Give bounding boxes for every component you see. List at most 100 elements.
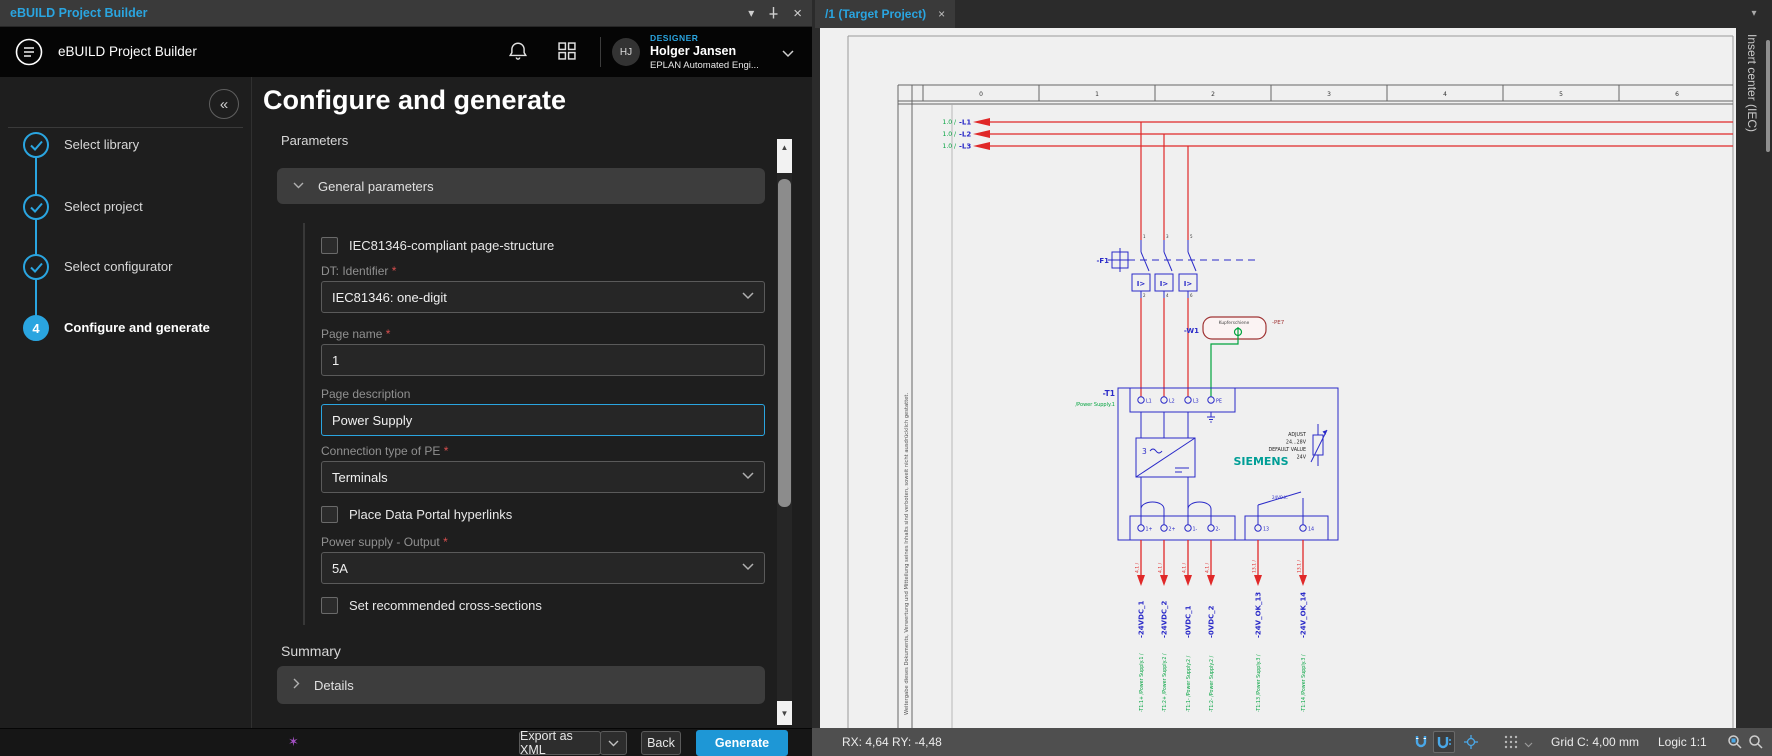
power-output-label: Power supply - Output * [321, 535, 448, 549]
svg-text:-L1: -L1 [959, 119, 971, 127]
user-name: Holger Jansen [650, 44, 736, 58]
dt-identifier-label: DT: Identifier * [321, 264, 396, 278]
apps-grid-icon[interactable] [558, 42, 576, 65]
chevron-down-icon [293, 180, 304, 192]
close-icon[interactable]: × [793, 6, 802, 21]
svg-text:DEFAULT VALUE: DEFAULT VALUE [1268, 447, 1306, 453]
svg-text:-L3: -L3 [959, 143, 971, 151]
back-button[interactable]: Back [641, 731, 681, 755]
scrollbar-thumb[interactable] [778, 179, 791, 507]
zoom-icon[interactable] [1748, 734, 1764, 753]
zoom-area-icon[interactable] [1727, 734, 1743, 753]
svg-text:-24V_OK_13: -24V_OK_13 [1255, 592, 1263, 638]
wizard-connector [35, 145, 37, 328]
step-1-circle[interactable] [23, 132, 49, 158]
svg-text:-T1: -T1 [1103, 389, 1115, 398]
generate-button[interactable]: Generate [696, 730, 788, 756]
export-options-chevron-button[interactable] [600, 731, 627, 755]
tab-close-icon[interactable]: × [938, 7, 945, 21]
sidebar-item-select-configurator[interactable]: Select configurator [64, 254, 172, 280]
svg-text:-T1:2+ /Power Supply.2 /: -T1:2+ /Power Supply.2 / [1162, 653, 1168, 712]
svg-text:Kupferschiene: Kupferschiene [1219, 320, 1250, 326]
user-role-label: DESIGNER [650, 33, 698, 43]
sparkle-icon[interactable]: ✶ [288, 734, 299, 750]
page-name-input[interactable] [321, 344, 765, 376]
sidebar-collapse-button[interactable]: « [209, 89, 239, 119]
step-4-circle[interactable]: 4 [23, 315, 49, 341]
svg-text:-F1: -F1 [1096, 257, 1109, 265]
svg-text:4.1 /: 4.1 / [1182, 562, 1188, 573]
sidebar-item-select-library[interactable]: Select library [64, 132, 139, 158]
scroll-down-button[interactable]: ▼ [777, 701, 792, 725]
avatar[interactable]: HJ [612, 38, 640, 66]
svg-text:-T1:1+ /Power Supply.1 /: -T1:1+ /Power Supply.1 / [1139, 653, 1145, 712]
scroll-up-button[interactable]: ▲ [777, 139, 792, 173]
export-xml-button[interactable]: Export as XML [519, 731, 601, 755]
grid-display-icon[interactable] [1504, 735, 1518, 752]
svg-text:L3: L3 [1193, 399, 1199, 405]
data-portal-hyperlinks-checkbox[interactable] [321, 506, 338, 523]
page-description-input[interactable] [321, 404, 765, 436]
step-3-circle[interactable] [23, 254, 49, 280]
step-2-circle[interactable] [23, 194, 49, 220]
general-parameters-section[interactable]: General parameters [277, 168, 765, 204]
pin-icon[interactable] [768, 6, 779, 21]
svg-text:-T1:13 /Power Supply.3 /: -T1:13 /Power Supply.3 / [1256, 654, 1262, 712]
svg-text:-T1:2- /Power Supply.2 /: -T1:2- /Power Supply.2 / [1209, 655, 1215, 712]
power-supply-t1: -T1 /Power Supply.1 [1076, 388, 1339, 540]
svg-text:24V: 24V [1297, 455, 1307, 461]
pe-type-select[interactable]: Terminals [321, 461, 765, 493]
iec-page-structure-checkbox[interactable] [321, 237, 338, 254]
svg-text:1-: 1- [1193, 527, 1198, 533]
svg-text:PE: PE [1216, 399, 1222, 405]
svg-text:1: 1 [1143, 234, 1146, 239]
app-header: eBUILD Project Builder HJ DESIGNER Holge… [0, 27, 812, 77]
general-parameters-label: General parameters [318, 179, 434, 194]
svg-text:14: 14 [1308, 527, 1314, 533]
logic-scale-value[interactable]: Logic 1:1 [1658, 735, 1707, 749]
svg-text:-24V_OK_14: -24V_OK_14 [1300, 592, 1308, 638]
svg-text:6: 6 [1190, 293, 1193, 298]
svg-text:I>: I> [1184, 280, 1193, 288]
output-wires: 4.1 / 4.1 / 4.1 / 4.1 / 13.1 / 13.1 / -2… [1135, 540, 1308, 712]
form-scrollbar[interactable]: ▲ ▼ [777, 139, 792, 725]
svg-text:24VO.K.: 24VO.K. [1272, 495, 1288, 500]
power-output-select[interactable]: 5A [321, 552, 765, 584]
summary-label: Summary [281, 643, 341, 659]
schematic-drawing: 0 1 2 3 4 5 6 Weitergabe dieses Dokument… [820, 28, 1736, 728]
user-org: EPLAN Automated Engi... [650, 60, 759, 71]
grid-size-value[interactable]: Grid C: 4,00 mm [1551, 735, 1639, 749]
header-divider [600, 37, 601, 67]
dt-identifier-value: IEC81346: one-digit [332, 290, 447, 305]
sidebar-item-configure-generate[interactable]: Configure and generate [64, 315, 210, 341]
editor-statusbar: RX: 4,64 RY: -4,48 [812, 728, 1772, 756]
insert-center-chevron-icon[interactable]: ▾ [1743, 6, 1765, 21]
svg-text:13.1 /: 13.1 / [1252, 560, 1258, 573]
insert-center-scrollbar[interactable] [1766, 40, 1770, 152]
svg-text:4: 4 [1443, 91, 1447, 98]
svg-text:1.0 /: 1.0 / [943, 119, 957, 126]
user-menu-chevron-icon[interactable] [782, 45, 794, 63]
section-indent-guide [303, 223, 305, 625]
dt-identifier-select[interactable]: IEC81346: one-digit [321, 281, 765, 313]
svg-text:I>: I> [1160, 280, 1169, 288]
parameters-label: Parameters [281, 133, 348, 148]
grid-options-chevron-icon[interactable] [1524, 737, 1533, 751]
tab-target-project[interactable]: /1 (Target Project) × [815, 0, 955, 28]
busbar-w1: Kupferschiene -W1 -PE7 [1184, 317, 1285, 397]
page-description-label: Page description [321, 387, 410, 401]
sidebar-item-select-project[interactable]: Select project [64, 194, 143, 220]
editor-tabbar: /1 (Target Project) × [812, 0, 1736, 28]
object-snap-toggle[interactable] [1433, 731, 1455, 753]
crosshair-icon[interactable] [1463, 734, 1479, 753]
cross-sections-checkbox[interactable] [321, 597, 338, 614]
insert-center-label[interactable]: Insert center (IEC) [1745, 34, 1759, 132]
snap-magnet-icon[interactable] [1413, 734, 1429, 753]
svg-text:13.1 /: 13.1 / [1297, 560, 1303, 573]
window-menu-chevron-icon[interactable]: ▾ [748, 7, 754, 19]
details-section[interactable]: Details [277, 666, 765, 704]
notifications-bell-icon[interactable] [508, 41, 528, 66]
svg-text:SIEMENS: SIEMENS [1233, 455, 1288, 468]
data-portal-hyperlinks-label: Place Data Portal hyperlinks [349, 507, 512, 522]
schematic-canvas[interactable]: 0 1 2 3 4 5 6 Weitergabe dieses Dokument… [820, 28, 1736, 728]
